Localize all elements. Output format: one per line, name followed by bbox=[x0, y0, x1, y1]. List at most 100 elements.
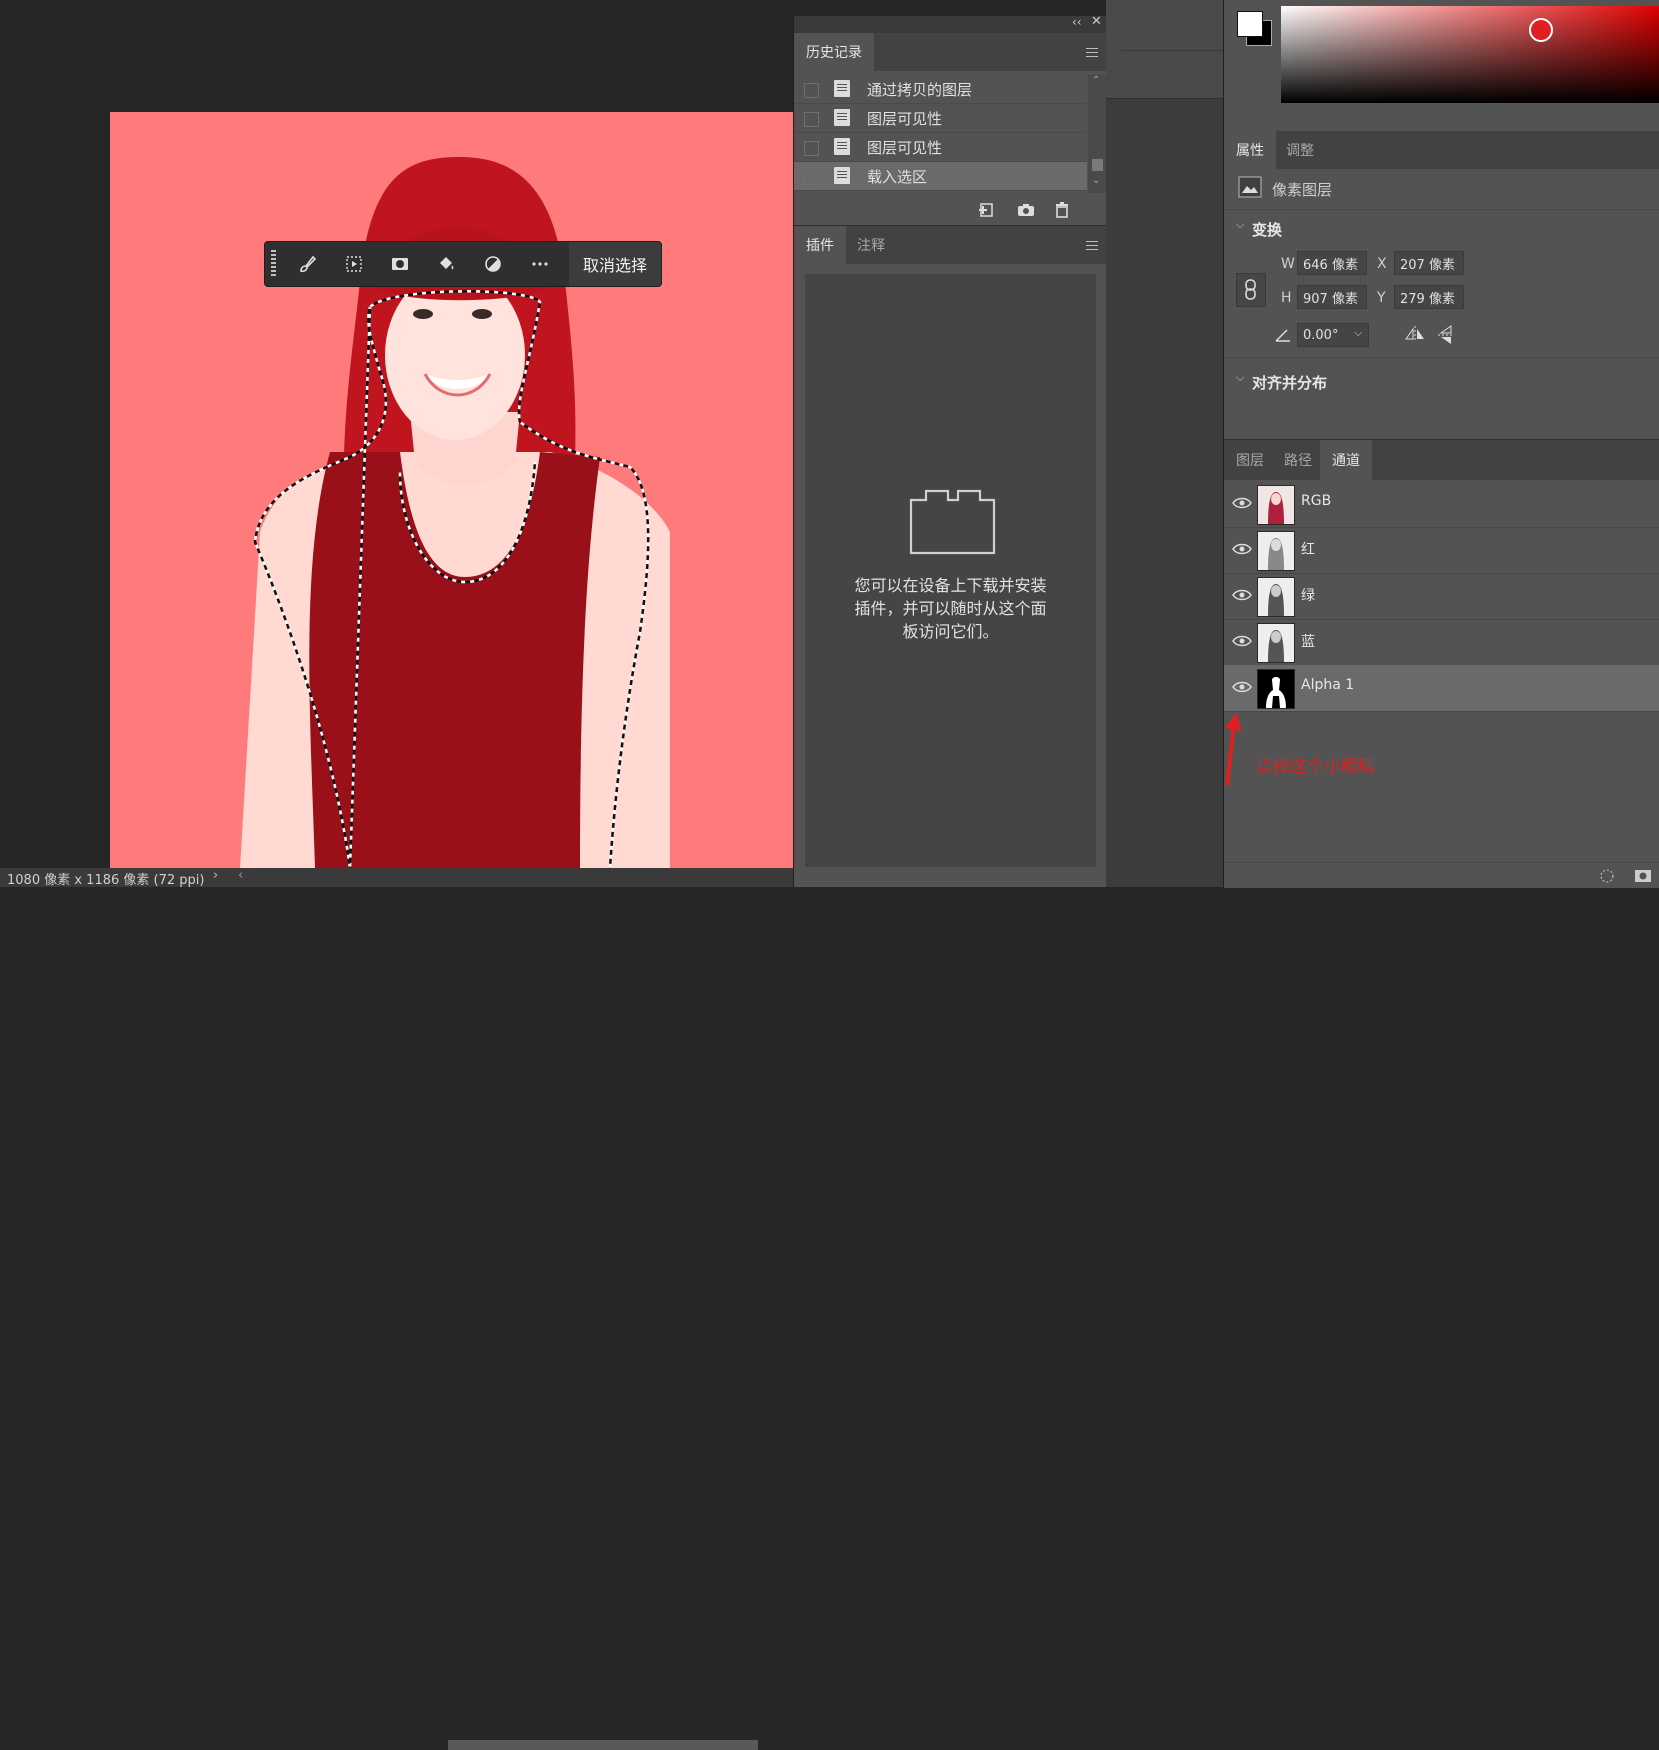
channel-row-green[interactable]: 绿 bbox=[1224, 573, 1659, 620]
visibility-eye-icon[interactable] bbox=[1232, 588, 1252, 602]
width-input[interactable]: 646 像素 bbox=[1297, 251, 1367, 275]
channel-thumbnail bbox=[1257, 531, 1295, 571]
save-selection-as-channel-icon[interactable] bbox=[1634, 868, 1652, 884]
plugins-tabbar: 插件 注释 bbox=[794, 225, 1107, 264]
tab-plugins[interactable]: 插件 bbox=[794, 226, 846, 264]
flip-horizontal-icon[interactable] bbox=[1404, 325, 1426, 343]
transform-selection-icon[interactable] bbox=[341, 252, 367, 276]
channel-name: RGB bbox=[1301, 493, 1332, 509]
message-line: 您可以在设备上下载并安装 bbox=[854, 576, 1047, 595]
visibility-eye-icon[interactable] bbox=[1232, 634, 1252, 648]
transform-section-title[interactable]: 变换 bbox=[1252, 219, 1282, 240]
visibility-eye-icon[interactable] bbox=[1232, 496, 1252, 510]
chevron-down-icon[interactable]: ⌵ bbox=[1236, 371, 1244, 385]
history-state-icon bbox=[834, 138, 850, 155]
message-line: 插件，并可以随时从这个面 bbox=[854, 599, 1047, 618]
channel-row-red[interactable]: 红 bbox=[1224, 527, 1659, 574]
deselect-button[interactable]: 取消选择 bbox=[569, 242, 661, 286]
history-item-label: 图层可见性 bbox=[867, 110, 943, 128]
status-menu-chevron-icon[interactable]: › bbox=[213, 868, 218, 883]
panel-menu-icon[interactable] bbox=[1086, 241, 1098, 250]
tab-notes[interactable]: 注释 bbox=[845, 226, 897, 264]
scroll-up-icon[interactable]: ⌃ bbox=[1092, 75, 1100, 86]
tab-history[interactable]: 历史记录 bbox=[794, 33, 874, 71]
collapsed-panel-button[interactable] bbox=[1121, 50, 1223, 98]
history-item[interactable]: 图层可见性 bbox=[794, 133, 1087, 162]
collapse-icon[interactable]: ‹‹ bbox=[1072, 15, 1082, 29]
document-canvas[interactable] bbox=[110, 112, 793, 868]
channel-name: 红 bbox=[1301, 542, 1315, 558]
tab-adjustments[interactable]: 调整 bbox=[1274, 131, 1326, 169]
tab-channels[interactable]: 通道 bbox=[1320, 440, 1372, 480]
scroll-down-icon[interactable]: ⌄ bbox=[1092, 175, 1100, 186]
channel-name: Alpha 1 bbox=[1301, 677, 1355, 693]
angle-dropdown-icon[interactable]: ⌵ bbox=[1354, 326, 1362, 340]
photo-subject bbox=[240, 157, 670, 868]
annotation-arrow bbox=[1225, 713, 1242, 787]
foreground-color-swatch[interactable] bbox=[1237, 11, 1263, 37]
snapshot-checkbox[interactable] bbox=[804, 141, 819, 156]
out-of-gamut-icon[interactable] bbox=[1529, 18, 1553, 42]
layer-type-label: 像素图层 bbox=[1272, 181, 1333, 199]
snapshot-checkbox[interactable] bbox=[804, 170, 819, 185]
x-position-input[interactable]: 207 像素 bbox=[1394, 251, 1464, 275]
channel-thumbnail bbox=[1257, 577, 1295, 617]
properties-tabbar: 属性 调整 bbox=[1224, 131, 1659, 169]
align-section-title[interactable]: 对齐并分布 bbox=[1252, 372, 1327, 393]
history-item[interactable]: 通过拷贝的图层 bbox=[794, 75, 1087, 104]
middle-panel-dock: ‹‹ ✕ 历史记录 通过拷贝的图层 图层可见性 图层可见性 载入选区 ⌃ ⌄ 插… bbox=[793, 14, 1107, 887]
channel-thumbnail bbox=[1257, 623, 1295, 663]
load-channel-as-selection-icon[interactable] bbox=[1599, 868, 1615, 884]
snapshot-checkbox[interactable] bbox=[804, 83, 819, 98]
layers-tabbar: 图层 路径 通道 bbox=[1224, 439, 1659, 480]
history-tabbar: 历史记录 bbox=[794, 33, 1107, 71]
history-item[interactable]: 图层可见性 bbox=[794, 104, 1087, 133]
collapsed-panel-column bbox=[1106, 0, 1223, 887]
link-icon bbox=[1245, 279, 1256, 300]
visibility-eye-icon[interactable] bbox=[1232, 680, 1252, 694]
adjustment-icon[interactable] bbox=[480, 252, 506, 276]
scroll-left-icon[interactable]: ‹ bbox=[238, 868, 243, 883]
collapsed-panel-button[interactable] bbox=[1121, 0, 1223, 51]
channel-row-blue[interactable]: 蓝 bbox=[1224, 619, 1659, 666]
height-input[interactable]: 907 像素 bbox=[1297, 285, 1367, 309]
select-subject-brush-icon[interactable] bbox=[294, 252, 320, 276]
channel-thumbnail bbox=[1257, 669, 1295, 709]
snapshot-checkbox[interactable] bbox=[804, 112, 819, 127]
height-label: H bbox=[1281, 290, 1292, 306]
panel-menu-icon[interactable] bbox=[1086, 48, 1098, 57]
channel-row-rgb[interactable]: RGB bbox=[1224, 481, 1659, 528]
divider bbox=[1224, 209, 1659, 210]
history-item-label: 图层可见性 bbox=[867, 139, 943, 157]
history-scrollbar[interactable]: ⌃ ⌄ bbox=[1088, 75, 1107, 193]
history-item-selected[interactable]: 载入选区 bbox=[794, 162, 1087, 191]
properties-body: 像素图层 ⌵ 变换 W 646 像素 X 207 像素 H 907 像素 Y 2… bbox=[1224, 169, 1659, 439]
close-icon[interactable]: ✕ bbox=[1091, 14, 1102, 29]
channel-name: 蓝 bbox=[1301, 634, 1315, 650]
scrollbar-thumb[interactable] bbox=[448, 1740, 758, 1750]
y-position-input[interactable]: 279 像素 bbox=[1394, 285, 1464, 309]
trash-icon[interactable] bbox=[1054, 201, 1070, 218]
pixel-layer-icon bbox=[1238, 176, 1262, 198]
drag-handle[interactable] bbox=[271, 250, 276, 278]
more-options-icon[interactable] bbox=[527, 252, 553, 276]
link-dimensions-button[interactable] bbox=[1236, 273, 1266, 307]
new-document-icon[interactable] bbox=[978, 202, 996, 218]
scrollbar-thumb[interactable] bbox=[1092, 159, 1103, 171]
horizontal-scrollbar[interactable] bbox=[240, 1740, 760, 1750]
camera-icon[interactable] bbox=[1017, 202, 1035, 218]
message-line: 板访问它们。 bbox=[902, 622, 999, 641]
width-label: W bbox=[1281, 256, 1295, 272]
channel-row-alpha-1[interactable]: Alpha 1 bbox=[1224, 665, 1659, 712]
visibility-eye-icon[interactable] bbox=[1232, 542, 1252, 556]
flip-vertical-icon[interactable] bbox=[1437, 324, 1455, 346]
y-label: Y bbox=[1377, 290, 1386, 306]
paint-bucket-icon[interactable] bbox=[433, 252, 459, 276]
tab-layers[interactable]: 图层 bbox=[1224, 440, 1276, 480]
tab-paths[interactable]: 路径 bbox=[1272, 440, 1324, 480]
add-mask-icon[interactable] bbox=[387, 252, 413, 276]
color-field[interactable] bbox=[1281, 6, 1659, 103]
chevron-down-icon[interactable]: ⌵ bbox=[1236, 218, 1244, 232]
tab-properties[interactable]: 属性 bbox=[1224, 131, 1276, 169]
document-info: 1080 像素 x 1186 像素 (72 ppi) bbox=[7, 873, 205, 888]
